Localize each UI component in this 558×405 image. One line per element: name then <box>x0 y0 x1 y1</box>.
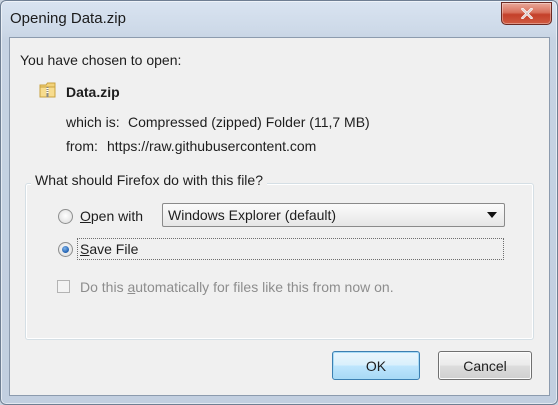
open-with-accesskey: O <box>80 208 91 224</box>
file-name: Data.zip <box>66 84 120 100</box>
open-with-radio[interactable] <box>58 209 73 224</box>
dialog-body: You have chosen to open: Data.zip which … <box>9 37 550 396</box>
auto-label-post: utomatically for files like this from no… <box>135 279 394 295</box>
auto-action-checkbox[interactable] <box>57 280 70 293</box>
intro-text: You have chosen to open: <box>20 52 182 68</box>
auto-action-label[interactable]: Do this automatically for files like thi… <box>80 279 394 295</box>
auto-label-pre: Do this <box>80 279 128 295</box>
which-is-label: which is: <box>66 114 120 130</box>
file-type-value: Compressed (zipped) Folder (11,7 MB) <box>128 114 370 130</box>
save-file-radio[interactable] <box>58 242 73 257</box>
save-file-label[interactable]: Save File <box>80 241 138 257</box>
application-dropdown-value: Windows Explorer (default) <box>168 207 337 223</box>
group-caption: What should Firefox do with this file? <box>31 172 267 188</box>
save-file-accesskey: S <box>80 241 90 257</box>
dialog-window: Opening Data.zip You have chosen to open… <box>0 0 558 405</box>
open-with-label-rest: pen with <box>90 208 144 224</box>
cancel-button[interactable]: Cancel <box>438 351 532 380</box>
open-with-label[interactable]: Open with <box>80 208 143 224</box>
application-dropdown[interactable]: Windows Explorer (default) <box>162 203 505 227</box>
title-bar[interactable]: Opening Data.zip <box>1 1 557 37</box>
zip-folder-icon <box>39 82 56 98</box>
source-url: https://raw.githubusercontent.com <box>107 138 317 154</box>
save-file-focus-outline <box>77 238 504 260</box>
close-button[interactable] <box>501 2 552 25</box>
save-file-label-rest: ave File <box>89 241 139 257</box>
ok-button[interactable]: OK <box>332 351 420 380</box>
close-icon <box>520 8 533 19</box>
radio-selected-dot <box>62 246 69 253</box>
from-label: from: <box>66 138 98 154</box>
window-title: Opening Data.zip <box>10 10 126 27</box>
chevron-down-icon <box>487 212 497 218</box>
